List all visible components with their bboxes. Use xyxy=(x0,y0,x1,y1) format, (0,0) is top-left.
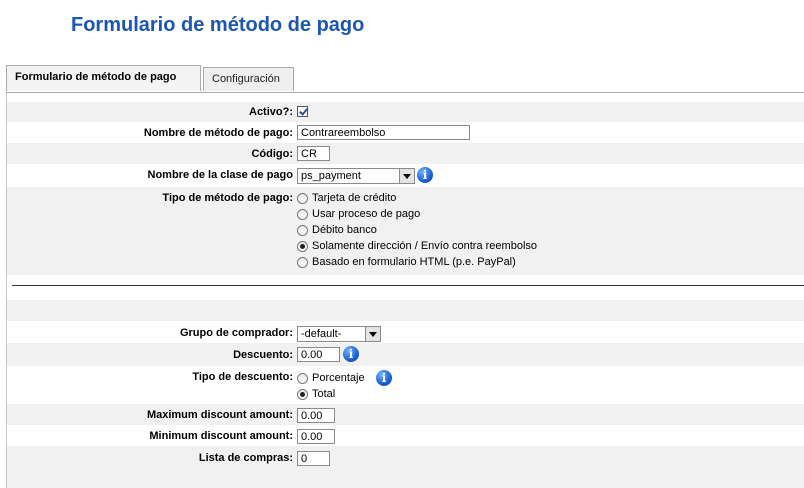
tab-bar: Formulario de método de pago Configuraci… xyxy=(6,65,804,93)
class-label: Nombre de la clase de pago xyxy=(147,169,294,181)
payment-type-option[interactable]: Basado en formulario HTML (p.e. PayPal) xyxy=(297,256,516,268)
form-panel: Activo?: Nombre de método de pago: Códig… xyxy=(6,93,804,488)
list-order-label: Lista de compras: xyxy=(198,452,293,464)
active-label: Activo?: xyxy=(249,106,293,118)
radio-button[interactable] xyxy=(297,256,308,268)
name-input[interactable] xyxy=(297,125,470,140)
info-icon[interactable]: i xyxy=(417,167,433,183)
radio-button[interactable] xyxy=(297,372,308,384)
chevron-down-icon[interactable] xyxy=(365,327,380,341)
code-label: Código: xyxy=(251,148,293,160)
page-title: Formulario de método de pago xyxy=(71,14,365,36)
min-discount-input[interactable] xyxy=(297,429,335,444)
chevron-down-icon[interactable] xyxy=(399,169,414,183)
payment-type-option[interactable]: Solamente dirección / Envío contra reemb… xyxy=(297,240,537,252)
row-active: Activo?: xyxy=(7,102,804,122)
class-select[interactable]: ps_payment xyxy=(297,168,415,184)
max-discount-input[interactable] xyxy=(297,408,335,423)
tab-configuration[interactable]: Configuración xyxy=(203,67,294,91)
radio-button[interactable] xyxy=(297,388,308,400)
radio-button[interactable] xyxy=(297,192,308,204)
group-select[interactable]: -default- xyxy=(297,326,381,342)
info-icon[interactable]: i xyxy=(376,370,392,386)
discount-type-option[interactable]: Total xyxy=(297,388,335,400)
discount-label: Descuento: xyxy=(233,349,293,361)
discount-type-label: Tipo de descuento: xyxy=(192,371,293,383)
tab-payment-form[interactable]: Formulario de método de pago xyxy=(6,65,201,91)
radio-button[interactable] xyxy=(297,240,308,252)
payment-type-option[interactable]: Usar proceso de pago xyxy=(297,208,420,220)
class-select-value: ps_payment xyxy=(301,170,361,182)
row-discount: Descuento: i xyxy=(7,343,804,366)
row-max-discount: Maximum discount amount: xyxy=(7,404,804,425)
row-payment-type: Tipo de método de pago: Tarjeta de crédi… xyxy=(7,187,804,275)
payment-type-option[interactable]: Débito banco xyxy=(297,224,377,236)
radio-button[interactable] xyxy=(297,208,308,220)
row-class: Nombre de la clase de pago ps_payment i xyxy=(7,164,804,187)
code-input[interactable] xyxy=(297,146,330,161)
group-label: Grupo de comprador: xyxy=(179,327,293,339)
row-name: Nombre de método de pago: xyxy=(7,122,804,143)
divider xyxy=(12,285,804,286)
row-group: Grupo de comprador: -default- xyxy=(7,321,804,343)
max-discount-label: Maximum discount amount: xyxy=(146,409,293,421)
name-label: Nombre de método de pago: xyxy=(143,127,293,139)
group-select-value: -default- xyxy=(301,328,342,340)
list-order-input[interactable] xyxy=(297,451,330,466)
row-list-order: Lista de compras: xyxy=(7,446,804,488)
discount-input[interactable] xyxy=(297,347,340,362)
payment-type-option[interactable]: Tarjeta de crédito xyxy=(297,192,396,204)
info-icon[interactable]: i xyxy=(343,346,359,362)
row-discount-type: Tipo de descuento: Porcentaje i Total xyxy=(7,366,804,404)
min-discount-label: Minimum discount amount: xyxy=(149,430,293,442)
spacer-row xyxy=(7,300,804,321)
radio-button[interactable] xyxy=(297,224,308,236)
row-code: Código: xyxy=(7,143,804,164)
active-checkbox[interactable] xyxy=(297,106,308,117)
discount-type-option[interactable]: Porcentaje xyxy=(297,372,365,384)
row-min-discount: Minimum discount amount: xyxy=(7,425,804,446)
payment-type-label: Tipo de método de pago: xyxy=(162,192,293,204)
